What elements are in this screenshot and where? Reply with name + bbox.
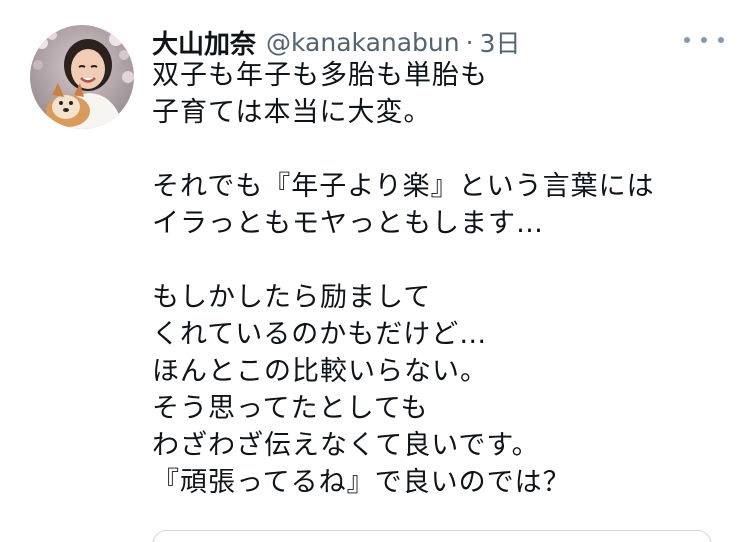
- tweet[interactable]: 大山加奈 @kanakanabun · 3日 双子も年子も多胎も単胎も 子育ては…: [0, 0, 750, 542]
- tweet-text: 双子も年子も多胎も単胎も 子育ては本当に大変。 それでも『年子より楽』という言葉…: [152, 57, 712, 501]
- display-name[interactable]: 大山加奈: [152, 24, 256, 61]
- tweet-line: わざわざ伝えなくて良いです。: [152, 430, 540, 461]
- more-dot: [718, 37, 724, 43]
- tweet-line: ほんとこの比較いらない。: [152, 356, 488, 387]
- tweet-line-break: [152, 131, 712, 168]
- quoted-card[interactable]: [152, 530, 712, 542]
- header-separator: ·: [465, 27, 474, 57]
- tweet-line: くれているのかもだけど…: [152, 319, 488, 350]
- tweet-line-break: [152, 242, 712, 279]
- tweet-line: もしかしたら励まして: [152, 282, 432, 313]
- user-handle[interactable]: @kanakanabun: [266, 28, 460, 57]
- more-horizontal-icon[interactable]: [684, 28, 724, 52]
- tweet-header: 大山加奈 @kanakanabun · 3日: [152, 22, 520, 62]
- tweet-line: そう思ってたとしても: [152, 393, 429, 424]
- tweet-line: 子育ては本当に大変。: [152, 97, 432, 128]
- tweet-line: イラっともモヤっともします…: [152, 208, 544, 239]
- more-dot: [701, 37, 707, 43]
- tweet-line: 双子も年子も多胎も単胎も: [152, 60, 488, 91]
- avatar-photo: [30, 25, 134, 129]
- avatar[interactable]: [30, 25, 134, 129]
- more-dot: [684, 37, 690, 43]
- tweet-line: それでも『年子より楽』という言葉には: [152, 171, 655, 202]
- timestamp[interactable]: 3日: [480, 24, 521, 60]
- tweet-line: 『頑張ってるね』で良いのでは？: [152, 467, 571, 498]
